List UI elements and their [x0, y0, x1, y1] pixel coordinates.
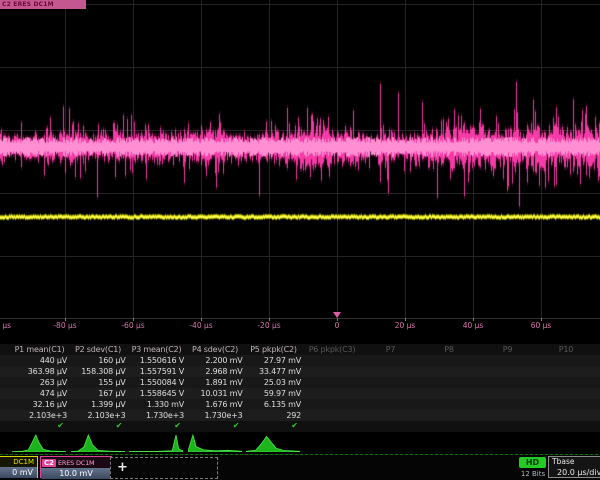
- param-value: 1.557591 V: [127, 366, 186, 377]
- param-header-inactive[interactable]: P8: [420, 344, 479, 355]
- param-value: 1.730e+3: [127, 410, 186, 421]
- channel-descriptor-c1[interactable]: DC1M 0 mV: [0, 456, 38, 478]
- axis-tick-label: -20 µs: [257, 321, 280, 330]
- param-value: 160 µV: [69, 355, 128, 366]
- param-value: 27.97 mV: [244, 355, 303, 366]
- param-value: 1.399 µV: [69, 399, 128, 410]
- measure-table: P1 mean(C1)440 µV363.98 µV263 µV474 µV32…: [0, 344, 600, 432]
- axis-tick-label: 60 µs: [531, 321, 552, 330]
- param-value: 1.550616 V: [127, 355, 186, 366]
- param-value: 32.16 µV: [10, 399, 69, 410]
- param-status-check-icon: ✔: [186, 421, 245, 431]
- param-column-3: P3 mean(C2)1.550616 V1.557591 V1.550084 …: [127, 344, 186, 431]
- c2-coupling-label: ERES DC1M: [58, 458, 94, 468]
- param-header[interactable]: P3 mean(C2): [127, 344, 186, 355]
- param-value: 440 µV: [10, 355, 69, 366]
- param-status-check-icon: ✔: [10, 421, 69, 431]
- param-column-1: P1 mean(C1)440 µV363.98 µV263 µV474 µV32…: [10, 344, 69, 431]
- axis-tick-label: 40 µs: [463, 321, 484, 330]
- param-value: 158.308 µV: [69, 366, 128, 377]
- param-value: 6.135 mV: [244, 399, 303, 410]
- param-header-inactive[interactable]: P10: [537, 344, 596, 355]
- plus-icon: +: [117, 461, 128, 474]
- param-value: 363.98 µV: [10, 366, 69, 377]
- axis-tick-label: 20 µs: [395, 321, 416, 330]
- param-value: 2.103e+3: [69, 410, 128, 421]
- param-header-inactive[interactable]: P9: [478, 344, 537, 355]
- param-header-inactive[interactable]: P7: [361, 344, 420, 355]
- param-value: 25.03 mV: [244, 377, 303, 388]
- waveform-traces[interactable]: [0, 0, 600, 318]
- trace-label-badge[interactable]: C2 ERES DC1M: [0, 0, 86, 9]
- add-trace-box[interactable]: +: [110, 457, 218, 479]
- param-value: 155 µV: [69, 377, 128, 388]
- param-value: 474 µV: [10, 388, 69, 399]
- param-value: 263 µV: [10, 377, 69, 388]
- param-value: 10.031 mV: [186, 388, 245, 399]
- hd-mode-badge[interactable]: HD: [519, 457, 546, 468]
- tbase-value: 20.0 µs/div: [549, 467, 600, 478]
- histicon-p4[interactable]: [188, 433, 242, 452]
- param-value: 1.730e+3: [186, 410, 245, 421]
- axis-tick-label: -100 µs: [0, 321, 11, 330]
- histicon-p5[interactable]: [246, 433, 300, 452]
- tbase-label: Tbase: [549, 457, 600, 467]
- param-value: 2.968 mV: [186, 366, 245, 377]
- param-value: 1.550084 V: [127, 377, 186, 388]
- histicon-strip: [0, 432, 600, 454]
- param-value: 1.891 mV: [186, 377, 245, 388]
- c1-scale-value: 0 mV: [0, 467, 37, 478]
- param-value: 59.97 mV: [244, 388, 303, 399]
- time-axis: -100 µs -80 µs -60 µs -40 µs -20 µs 0 20 µs 40 …: [0, 318, 600, 334]
- c2-scale-value: 10.0 mV: [41, 468, 111, 479]
- c2-channel-chip: C2: [42, 459, 56, 467]
- histicon-p1[interactable]: [12, 433, 66, 452]
- param-value: 1.676 mV: [186, 399, 245, 410]
- param-column-5: P5 pkpk(C2)27.97 mV33.477 mV25.03 mV59.9…: [244, 344, 303, 431]
- timebase-descriptor[interactable]: Tbase 20.0 µs/div: [548, 456, 600, 478]
- param-value: 292: [244, 410, 303, 421]
- param-header[interactable]: P5 pkpk(C2): [244, 344, 303, 355]
- param-header[interactable]: P2 sdev(C1): [69, 344, 128, 355]
- axis-tick-label: -80 µs: [53, 321, 76, 330]
- oscilloscope-screen: C2 ERES DC1M -100 µs -80 µs -60 µs -40 µs -2…: [0, 0, 600, 480]
- c1-coupling-label: DC1M: [0, 457, 37, 467]
- histicon-p2[interactable]: [71, 433, 125, 452]
- param-status-check-icon: ✔: [244, 421, 303, 431]
- axis-tick-label: 0: [335, 321, 340, 330]
- param-header-inactive[interactable]: P11: [595, 344, 600, 355]
- axis-tick-label: -40 µs: [189, 321, 212, 330]
- param-value: 2.103e+3: [10, 410, 69, 421]
- param-column-2: P2 sdev(C1)160 µV158.308 µV155 µV167 µV1…: [69, 344, 128, 431]
- param-value: 2.200 mV: [186, 355, 245, 366]
- param-value: 1.330 mV: [127, 399, 186, 410]
- histicon-p3[interactable]: [129, 433, 183, 452]
- param-header-inactive[interactable]: P6 pkpk(C3): [303, 344, 362, 355]
- param-status-check-icon: ✔: [127, 421, 186, 431]
- param-value: 167 µV: [69, 388, 128, 399]
- bottom-status-bar: DC1M 0 mV C2 ERES DC1M 10.0 mV + HD 12 B…: [0, 455, 600, 480]
- param-value: 33.477 mV: [244, 366, 303, 377]
- param-header[interactable]: P4 sdev(C2): [186, 344, 245, 355]
- channel-descriptor-c2[interactable]: C2 ERES DC1M 10.0 mV: [40, 456, 112, 478]
- param-value: 1.558645 V: [127, 388, 186, 399]
- param-header[interactable]: P1 mean(C1): [10, 344, 69, 355]
- axis-tick-label: -60 µs: [121, 321, 144, 330]
- param-column-4: P4 sdev(C2)2.200 mV2.968 mV1.891 mV10.03…: [186, 344, 245, 431]
- param-status-check-icon: ✔: [69, 421, 128, 431]
